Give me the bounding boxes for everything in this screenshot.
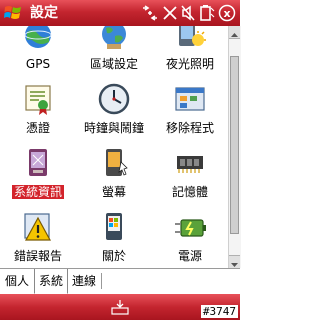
memory-item[interactable]: 記憶體 xyxy=(152,142,228,204)
item-label: GPS xyxy=(25,57,51,71)
tab-personal[interactable]: 個人 xyxy=(2,269,32,293)
item-label: 螢幕 xyxy=(101,185,126,199)
memory-icon xyxy=(173,146,207,180)
system-info-icon xyxy=(21,146,55,180)
item-label: 記憶體 xyxy=(171,185,208,199)
tab-bar: 個人 系統 連線 xyxy=(0,268,240,295)
item-label: 憑證 xyxy=(25,121,50,135)
globe-icon xyxy=(97,26,131,52)
certificates-item[interactable]: 憑證 xyxy=(0,78,76,140)
remove-programs-item[interactable]: 移除程式 xyxy=(152,78,228,140)
scroll-up-arrow[interactable] xyxy=(229,26,240,39)
error-reporting-item[interactable]: 錯誤報告 xyxy=(0,206,76,268)
tab-connections[interactable]: 連線 xyxy=(68,269,100,293)
screen-icon xyxy=(97,146,131,180)
about-item[interactable]: 關於 xyxy=(76,206,152,268)
svg-text:x: x xyxy=(223,7,230,20)
clock-icon xyxy=(97,82,131,116)
screen-item[interactable]: 螢幕 xyxy=(76,142,152,204)
corner-id-label: #3747 xyxy=(200,305,238,318)
tab-system[interactable]: 系統 xyxy=(34,269,68,294)
item-label: 錯誤報告 xyxy=(13,249,62,263)
gps-icon xyxy=(21,26,55,52)
clock-alarms-item[interactable]: 時鐘與鬧鐘 xyxy=(76,78,152,140)
volume-icon[interactable] xyxy=(180,4,196,26)
window-title: 設定 xyxy=(30,5,58,21)
status-icons: x xyxy=(140,4,236,22)
scroll-thumb[interactable] xyxy=(230,56,239,234)
vertical-scrollbar[interactable] xyxy=(228,26,241,268)
gps-item[interactable]: GPS xyxy=(0,26,76,76)
power-item[interactable]: 電源 xyxy=(152,206,228,268)
certificate-icon xyxy=(21,82,55,116)
about-icon xyxy=(97,210,131,244)
item-label: 夜光照明 xyxy=(165,57,214,71)
backlight-icon xyxy=(173,26,207,52)
item-label: 移除程式 xyxy=(165,121,214,135)
regional-settings-item[interactable]: 區域設定 xyxy=(76,26,152,76)
tab-divider xyxy=(101,273,102,289)
close-icon[interactable]: x xyxy=(218,4,236,26)
item-label: 關於 xyxy=(101,249,126,263)
signal-icon[interactable] xyxy=(162,4,178,26)
item-label: 時鐘與鬧鐘 xyxy=(83,121,144,135)
item-label: 系統資訊 xyxy=(11,185,64,199)
connectivity-icon[interactable] xyxy=(140,4,160,26)
title-bar: 設定 x xyxy=(0,0,240,26)
power-icon xyxy=(173,210,207,244)
settings-grid: GPS 區域設定 夜光照明 憑證 時鐘與鬧鐘 移除程式 系統資訊 螢幕 記憶體 … xyxy=(0,26,228,268)
item-label: 區域設定 xyxy=(89,57,138,71)
error-report-icon xyxy=(21,210,55,244)
remove-programs-icon xyxy=(173,82,207,116)
item-label: 電源 xyxy=(177,249,202,263)
start-icon[interactable] xyxy=(3,3,23,23)
scroll-down-arrow[interactable] xyxy=(229,255,240,268)
backlight-item[interactable]: 夜光照明 xyxy=(152,26,228,76)
battery-icon[interactable] xyxy=(198,4,216,26)
system-info-item[interactable]: 系統資訊 xyxy=(0,142,76,204)
keyboard-icon[interactable] xyxy=(109,298,131,316)
